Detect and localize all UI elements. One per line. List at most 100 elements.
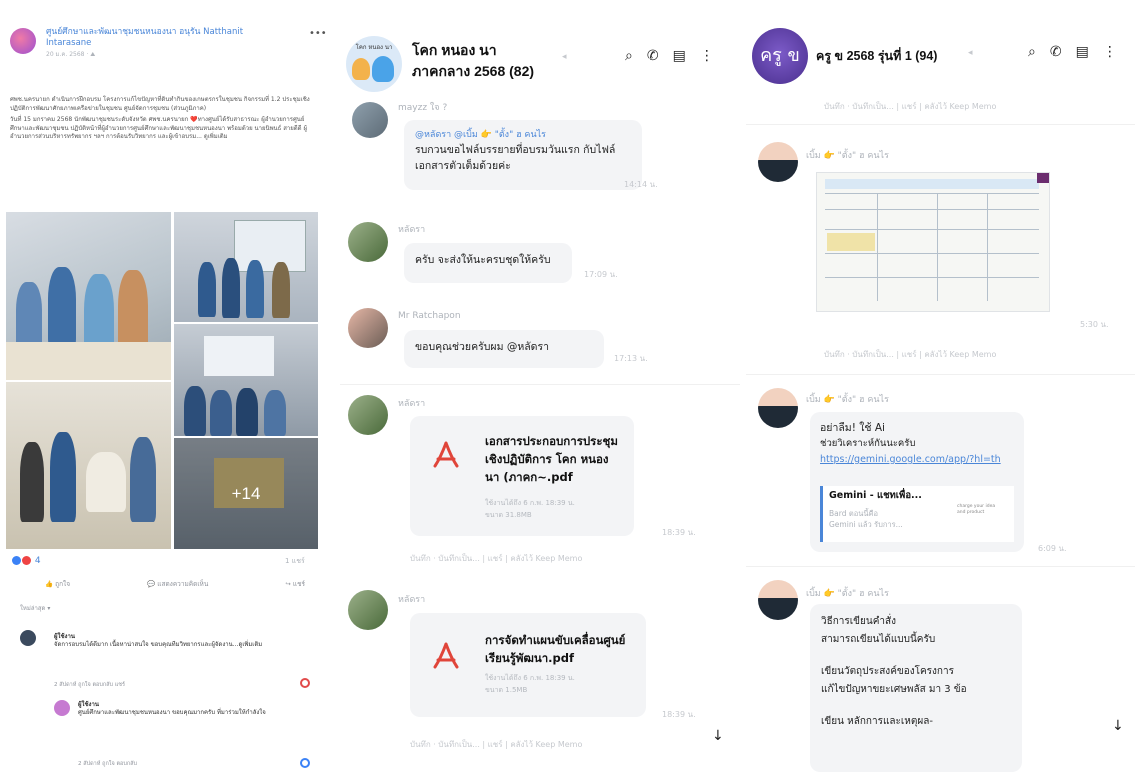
sender-avatar[interactable] bbox=[758, 388, 798, 428]
shared-image[interactable] bbox=[816, 172, 1050, 312]
save-note[interactable]: บันทึก · บันทึกเป็น... | แชร์ | คลังไว้ … bbox=[824, 348, 996, 361]
sender-name[interactable]: หลัดรา bbox=[398, 396, 425, 410]
post-paragraph: ศพช.นครนายก ดำเนินการฝึกอบรม โครงการแก้ไ… bbox=[10, 96, 310, 112]
message-bubble[interactable]: @หลัดรา @เบิ้ม 👉 "ตั้ง" ฮ คนไร รบกวนขอไฟ… bbox=[404, 120, 642, 190]
photo-4[interactable] bbox=[6, 382, 171, 549]
timestamp: 6:09 น. bbox=[1038, 544, 1067, 553]
reaction-count: 4 bbox=[34, 556, 41, 566]
more-options-icon[interactable]: ••• bbox=[309, 28, 327, 39]
sender-name[interactable]: mayzz ใจ ? bbox=[398, 100, 447, 114]
save-note[interactable]: บันทึก · บันทึกเป็น... | แชร์ | คลังไว้ … bbox=[410, 738, 582, 751]
comment-author[interactable]: ผู้ใช้งาน bbox=[54, 633, 284, 641]
chat-title-line: ภาคกลาง 2568 (82) bbox=[412, 63, 535, 79]
scroll-down-icon[interactable]: ↓ bbox=[712, 728, 724, 744]
message-bubble[interactable]: วิธีการเขียนคำสั่ง สามารถเขียนได้แบบนี้ค… bbox=[810, 604, 1022, 772]
sender-name[interactable]: หลัดรา bbox=[398, 222, 425, 236]
comment-meta[interactable]: 2 สัปดาห์ ถูกใจ ตอบกลับ bbox=[78, 760, 137, 768]
sender-avatar[interactable] bbox=[758, 580, 798, 620]
sender-name[interactable]: หลัดรา bbox=[398, 592, 425, 606]
phone-icon[interactable]: ✆ bbox=[1050, 44, 1062, 60]
message-bubble[interactable]: ครับ จะส่งให้นะครบชุดให้ครับ bbox=[404, 243, 572, 283]
sender-name[interactable]: เบิ้ม 👉 "ตั้ง" ฮ คนไร bbox=[806, 148, 889, 162]
comment-sort[interactable]: ใหม่ล่าสุด ▾ bbox=[20, 603, 50, 613]
chat-title[interactable]: โคก หนอง นา ภาคกลาง 2568 (82) bbox=[412, 40, 534, 82]
sender-name[interactable]: เบิ้ม 👉 "ตั้ง" ฮ คนไร bbox=[806, 392, 889, 406]
commenter-avatar[interactable] bbox=[20, 630, 36, 646]
photo-grid: +14 bbox=[6, 212, 318, 549]
sender-name[interactable]: เบิ้ม 👉 "ตั้ง" ฮ คนไร bbox=[806, 586, 889, 600]
more-vert-icon[interactable]: ⋮ bbox=[700, 48, 714, 64]
comment-button[interactable]: 💬 แสดงความคิดเห็น bbox=[147, 579, 208, 589]
photo-2[interactable] bbox=[174, 212, 318, 322]
message-text: อย่าลืม! ใช้ Ai bbox=[820, 422, 885, 434]
comment-author[interactable]: ผู้ใช้งาน bbox=[78, 701, 303, 709]
file-expiry: ใช้งานได้ถึง 6 ก.พ. 18:39 น. bbox=[485, 674, 575, 682]
scroll-down-icon[interactable]: ↓ bbox=[1112, 718, 1124, 734]
timestamp: 17:13 น. bbox=[614, 354, 648, 363]
more-vert-icon[interactable]: ⋮ bbox=[1103, 44, 1117, 60]
search-icon[interactable]: ⌕ bbox=[1028, 44, 1036, 60]
comment: ผู้ใช้งาน ศูนย์ศึกษาและพัฒนาชุมชนหนองนา … bbox=[78, 701, 303, 717]
mention[interactable]: @หลัดรา @เบิ้ม 👉 "ตั้ง" ฮ คนไร bbox=[415, 129, 631, 142]
file-attachment[interactable]: การจัดทำแผนขับเคลื่อนศูนย์เรียนรู้พัฒนา.… bbox=[410, 613, 646, 717]
page-avatar[interactable] bbox=[10, 28, 36, 54]
save-note[interactable]: บันทึก · บันทึกเป็น... | แชร์ | คลังไว้ … bbox=[824, 100, 996, 113]
sender-name[interactable]: Mr Ratchapon bbox=[398, 311, 461, 321]
message-text: ครับ จะส่งให้นะครบชุดให้ครับ bbox=[415, 254, 551, 266]
comment-meta[interactable]: 2 สัปดาห์ ถูกใจ ตอบกลับ แชร์ bbox=[54, 681, 125, 689]
file-size: ขนาด 1.5MB bbox=[485, 686, 528, 694]
message-text: แก้ไขปัญหาขยะเศษพลัส มา 3 ข้อ bbox=[821, 684, 967, 695]
timestamp: 17:09 น. bbox=[584, 270, 618, 279]
avatar-caption: ครู ข bbox=[760, 45, 800, 66]
divider bbox=[746, 374, 1135, 375]
message-text: รบกวนขอไฟล์บรรยายที่อบรมวันแรก กับไฟล์เอ… bbox=[415, 144, 616, 172]
file-size: ขนาด 31.8MB bbox=[485, 511, 532, 519]
message-text: วิธีการเขียนคำสั่ง bbox=[821, 616, 896, 627]
sender-avatar[interactable] bbox=[348, 308, 388, 348]
share-count[interactable]: 1 แชร์ bbox=[285, 556, 305, 567]
search-icon[interactable]: ⌕ bbox=[625, 48, 633, 64]
sender-avatar[interactable] bbox=[348, 395, 388, 435]
post-time[interactable]: 20 ม.ค. 2568 · ⛰ bbox=[46, 51, 246, 59]
save-note[interactable]: บันทึก · บันทึกเป็น... | แชร์ | คลังไว้ … bbox=[410, 552, 582, 565]
preview-line: Gemini แล้ว รับการ... bbox=[829, 520, 903, 529]
share-button[interactable]: ↪ แชร์ bbox=[285, 579, 305, 589]
message-text: สามารถเขียนได้แบบนี้ครับ bbox=[821, 634, 936, 645]
pdf-icon bbox=[433, 441, 459, 468]
like-button[interactable]: 👍 ถูกใจ bbox=[45, 579, 70, 589]
phone-icon[interactable]: ✆ bbox=[647, 48, 659, 64]
timestamp: 18:39 น. bbox=[662, 710, 696, 719]
sender-avatar[interactable] bbox=[348, 222, 388, 262]
sender-avatar[interactable] bbox=[352, 102, 388, 138]
chat-toolbar: ⌕ ✆ ▤ ⋮ bbox=[1028, 44, 1117, 60]
message-bubble[interactable]: อย่าลืม! ใช้ Ai ช่วยวิเคราะห์กันนะครับ h… bbox=[810, 412, 1024, 552]
message-link[interactable]: https://gemini.google.com/app/?hl=th bbox=[820, 452, 1014, 468]
page-name[interactable]: ศูนย์ศึกษาและพัฒนาชุมชนหนองนา อนุรัน Nat… bbox=[46, 27, 291, 49]
mute-icon: ◂ bbox=[968, 48, 973, 58]
group-avatar[interactable]: โคก หนอง นา bbox=[346, 36, 402, 92]
photo-1[interactable] bbox=[6, 212, 171, 380]
like-reaction-icon bbox=[12, 556, 21, 565]
link-preview[interactable]: Gemini - แชทเพื่อ... Bard ตอนนี้คือ Gemi… bbox=[820, 486, 1014, 542]
photo-5[interactable]: +14 bbox=[174, 438, 318, 549]
sender-avatar[interactable] bbox=[758, 142, 798, 182]
file-name: เอกสารประกอบการประชุมเชิงปฏิบัติการ โคก … bbox=[485, 434, 618, 484]
message-bubble[interactable]: ขอบคุณช่วยครับผม @หลัดรา bbox=[404, 330, 604, 368]
preview-thumbnail: charge your idea and product bbox=[957, 504, 996, 515]
more-photos-count[interactable]: +14 bbox=[174, 438, 318, 549]
commenter-avatar[interactable] bbox=[54, 700, 70, 716]
chat-title[interactable]: ครู ข 2568 รุ่นที่ 1 (94) bbox=[816, 46, 937, 66]
file-attachment[interactable]: เอกสารประกอบการประชุมเชิงปฏิบัติการ โคก … bbox=[410, 416, 634, 536]
post-body: ศพช.นครนายก ดำเนินการฝึกอบรม โครงการแก้ไ… bbox=[10, 96, 312, 142]
photo-3[interactable] bbox=[174, 324, 318, 436]
reactions[interactable]: 4 bbox=[12, 556, 41, 566]
notes-icon[interactable]: ▤ bbox=[673, 48, 686, 64]
message-text: เขียน หลักการและเหตุผล- bbox=[821, 716, 933, 727]
group-avatar[interactable]: ครู ข bbox=[752, 28, 808, 84]
chat-toolbar: ⌕ ✆ ▤ ⋮ bbox=[625, 48, 714, 64]
sender-avatar[interactable] bbox=[348, 590, 388, 630]
file-name: การจัดทำแผนขับเคลื่อนศูนย์เรียนรู้พัฒนา.… bbox=[485, 633, 626, 665]
file-expiry: ใช้งานได้ถึง 6 ก.พ. 18:39 น. bbox=[485, 499, 575, 507]
notes-icon[interactable]: ▤ bbox=[1076, 44, 1089, 60]
love-icon bbox=[300, 678, 310, 688]
